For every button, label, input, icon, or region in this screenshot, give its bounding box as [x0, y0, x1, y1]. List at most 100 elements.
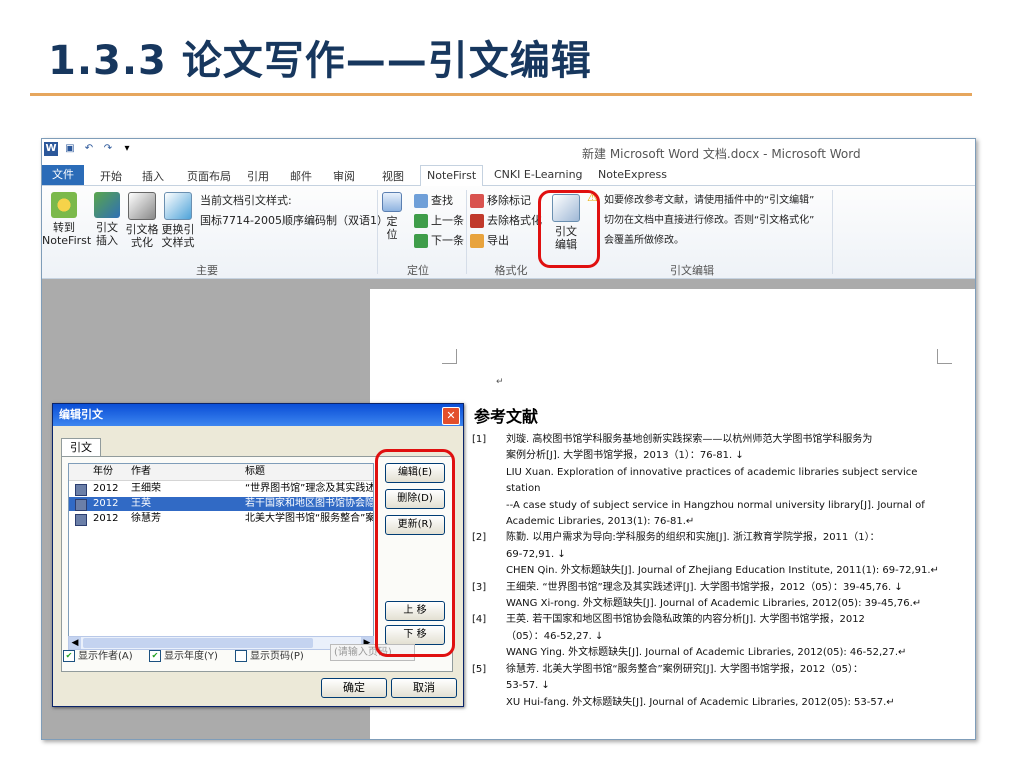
citation-row[interactable]: 2012 王细荣 “世界图书馆”理念及其实践述评	[69, 482, 373, 496]
save-icon[interactable]: ▣	[63, 142, 77, 156]
group-separator	[832, 190, 833, 274]
citation-row[interactable]: 2012 王英 若干国家和地区图书馆协会隐私政策	[69, 497, 373, 511]
next-label: 下一条	[431, 234, 464, 247]
reference-line: --A case study of subject service in Han…	[506, 499, 925, 511]
locate-icon	[382, 192, 402, 212]
reference-number: [3]	[472, 581, 487, 593]
customize-qat-icon[interactable]: ▾	[120, 142, 134, 156]
tab-noteexpress[interactable]: NoteExpress	[598, 168, 667, 181]
tab-insert[interactable]: 插入	[142, 168, 164, 184]
reference-line: WANG Ying. 外文标题缺失[J]. Journal of Academi…	[506, 647, 907, 659]
ok-button[interactable]: 确定	[321, 678, 387, 698]
group-label-format: 格式化	[494, 264, 528, 277]
ribbon-tabs: 文件 开始 插入 页面布局 引用 邮件 审阅 视图 NoteFirst CNKI…	[42, 165, 975, 187]
tab-view[interactable]: 视图	[382, 168, 404, 184]
cite-edit-note-3: 会覆盖所做修改。	[604, 235, 684, 246]
checkbox-checked: ✔	[149, 650, 161, 662]
convert-notefirst-button[interactable]: 转到 NoteFirst	[42, 192, 91, 247]
remove-mark-label: 移除标记	[487, 194, 531, 207]
column-header-title[interactable]: 标题	[245, 465, 265, 479]
current-style-value[interactable]: 国标7714-2005顺序编码制（双语1）	[200, 212, 388, 228]
listbox-header: 年份 作者 标题	[69, 464, 373, 481]
checkbox-checked: ✔	[63, 650, 75, 662]
references-heading: 参考文献	[474, 407, 539, 426]
close-icon[interactable]: ✕	[442, 407, 460, 425]
group-label-main: 主要	[196, 264, 218, 277]
citation-author: 王细荣	[131, 483, 161, 494]
cite-format-label: 引文格 式化	[125, 223, 159, 249]
reference-item[interactable]: [3] 王细荣. “世界图书馆”理念及其实践述评[J]. 大学图书馆学报，201…	[472, 580, 952, 613]
reference-number: [2]	[472, 532, 487, 544]
remove-mark-icon	[470, 194, 484, 208]
reference-line: 案例分析[J]. 大学图书馆学报，2013（1）：76-81. ↓	[506, 450, 744, 462]
cite-edit-note-1: 如要修改参考文献，请使用插件中的“引文编辑”	[604, 195, 815, 206]
citation-listbox[interactable]: 年份 作者 标题 2012 王细荣 “世界图书馆”理念及其实践述评 2012 王…	[68, 463, 374, 637]
quick-access-toolbar: W ▣ ↶ ↷ ▾	[44, 142, 134, 156]
tab-mailings[interactable]: 邮件	[290, 168, 312, 184]
show-year-checkbox[interactable]: ✔ 显示年度(Y)	[149, 647, 218, 662]
tab-file[interactable]: 文件	[42, 165, 84, 185]
export-label: 导出	[487, 234, 509, 247]
group-label-cite-edit: 引文编辑	[670, 264, 714, 277]
cite-edit-note-2: 切勿在文档中直接进行修改。否则“引文格式化”	[604, 215, 815, 226]
find-button[interactable]: 查找	[414, 192, 453, 208]
show-author-checkbox[interactable]: ✔ 显示作者(A)	[63, 647, 133, 662]
reference-line: XU Hui-fang. 外文标题缺失[J]. Journal of Acade…	[506, 696, 895, 708]
locate-button[interactable]: 定 位	[380, 192, 404, 241]
reference-list: [1] 刘璇. 高校图书馆学科服务基地创新实践探索——以杭州师范大学图书馆学科服…	[472, 432, 952, 711]
window-title: 新建 Microsoft Word 文档.docx - Microsoft Wo…	[582, 147, 861, 161]
reference-number: [4]	[472, 614, 487, 626]
prev-button[interactable]: 上一条	[414, 212, 464, 228]
tab-page-layout[interactable]: 页面布局	[187, 168, 231, 184]
document-icon	[75, 484, 87, 496]
reference-line: WANG Xi-rong. 外文标题缺失[J]. Journal of Acad…	[506, 598, 922, 610]
tab-home[interactable]: 开始	[100, 168, 122, 184]
remove-format-icon	[470, 214, 484, 228]
column-header-author[interactable]: 作者	[131, 465, 151, 479]
dialog-tab-citation[interactable]: 引文	[61, 438, 101, 457]
dialog-buttons-highlight-ring	[375, 449, 455, 657]
reference-line: 陈勤. 以用户需求为导向:学科服务的组织和实施[J]. 浙江教育学院学报，201…	[506, 532, 880, 544]
export-button[interactable]: 导出	[470, 232, 509, 248]
remove-mark-button[interactable]: 移除标记	[470, 192, 531, 208]
remove-format-button[interactable]: 去除格式化	[470, 212, 542, 228]
export-icon	[470, 234, 484, 248]
cite-format-button[interactable]: 引文格 式化	[124, 192, 160, 249]
tab-references[interactable]: 引用	[247, 168, 269, 184]
citation-row[interactable]: 2012 徐慧芳 北美大学图书馆“服务整合”案例研究	[69, 512, 373, 526]
cite-insert-button[interactable]: 引文 插入	[90, 192, 124, 247]
column-header-year[interactable]: 年份	[93, 465, 113, 479]
remove-format-label: 去除格式化	[487, 214, 542, 227]
reference-item[interactable]: [2] 陈勤. 以用户需求为导向:学科服务的组织和实施[J]. 浙江教育学院学报…	[472, 530, 952, 579]
dialog-title-bar: 编辑引文 ✕	[53, 404, 463, 426]
next-button[interactable]: 下一条	[414, 232, 464, 248]
crop-mark	[937, 349, 952, 364]
reference-line: Academic Libraries, 2013(1): 76-81.↵	[506, 516, 695, 528]
ribbon: 转到 NoteFirst 引文 插入 引文格 式化 更换引 文样式 当前文档引文…	[42, 186, 975, 279]
reference-item[interactable]: [4] 王英. 若干国家和地区图书馆协会隐私政策的内容分析[J]. 大学图书馆学…	[472, 612, 952, 661]
document-icon	[75, 499, 87, 511]
locate-label: 定 位	[386, 215, 398, 241]
undo-icon[interactable]: ↶	[82, 142, 96, 156]
reference-number: [1]	[472, 434, 487, 445]
dialog-title: 编辑引文	[59, 408, 103, 421]
slide-title: 1.3.3 论文写作——引文编辑	[48, 38, 592, 84]
change-style-button[interactable]: 更换引 文样式	[160, 192, 196, 249]
tab-review[interactable]: 审阅	[333, 168, 355, 184]
reference-item[interactable]: [5] 徐慧芳. 北美大学图书馆“服务整合”案例研究[J]. 大学图书馆学报，2…	[472, 662, 952, 711]
show-page-checkbox[interactable]: 显示页码(P)	[235, 647, 304, 662]
cancel-button[interactable]: 取消	[391, 678, 457, 698]
reference-item[interactable]: [1] 刘璇. 高校图书馆学科服务基地创新实践探索——以杭州师范大学图书馆学科服…	[472, 432, 952, 530]
checkbox-unchecked	[235, 650, 247, 662]
cite-insert-icon	[94, 192, 120, 218]
redo-icon[interactable]: ↷	[101, 142, 115, 156]
tab-notefirst[interactable]: NoteFirst	[420, 165, 484, 187]
current-style-caption: 当前文档引文样式:	[200, 194, 292, 207]
change-style-icon	[164, 192, 192, 220]
document-icon	[75, 514, 87, 526]
cite-edit-highlight-ring	[538, 190, 600, 268]
tab-cnki-elearning[interactable]: CNKI E-Learning	[494, 168, 583, 181]
citation-author: 徐慧芳	[131, 513, 161, 524]
show-year-label: 显示年度(Y)	[164, 651, 218, 662]
reference-line: 53-57. ↓	[506, 680, 550, 692]
